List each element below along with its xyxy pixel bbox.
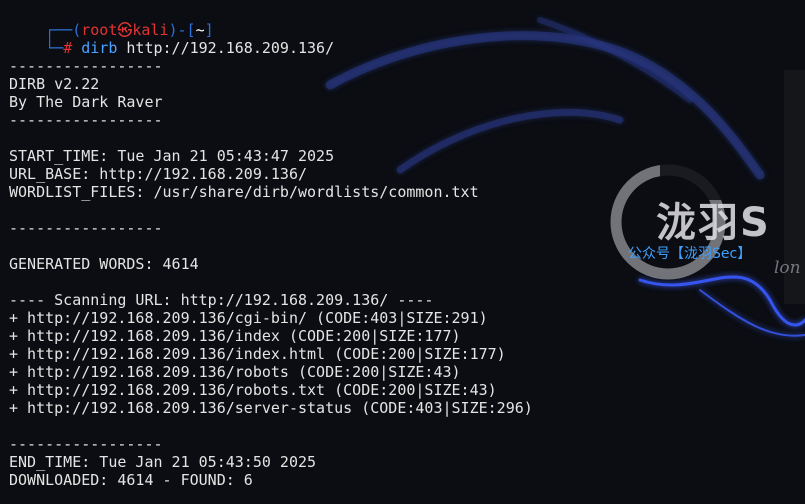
prompt-box-bottom: └─ (45, 39, 64, 57)
prompt-symbol: # (63, 39, 73, 57)
terminal-output[interactable]: ┌──(root㉿kali)-[~] └─# dirb http://192.1… (0, 0, 805, 504)
output-line: ----------------- (9, 111, 163, 129)
output-line: URL_BASE: http://192.168.209.136/ (9, 165, 308, 183)
output-line: START_TIME: Tue Jan 21 05:43:47 2025 (9, 147, 335, 165)
output-line: DOWNLOADED: 4614 - FOUND: 6 (9, 471, 253, 489)
output-line: WORDLIST_FILES: /usr/share/dirb/wordlist… (9, 183, 479, 201)
output-line: + http://192.168.209.136/cgi-bin/ (CODE:… (9, 309, 488, 327)
output-line: ----------------- (9, 435, 163, 453)
output-line: ----------------- (9, 219, 163, 237)
output-line: ----------------- (9, 57, 163, 75)
output-line: END_TIME: Tue Jan 21 05:43:50 2025 (9, 453, 317, 471)
output-line: + http://192.168.209.136/index.html (COD… (9, 345, 506, 363)
prompt-line-1: ┌──(root㉿kali)-[~] (9, 3, 214, 39)
command-name: dirb (81, 39, 118, 57)
output-line: + http://192.168.209.136/robots (CODE:20… (9, 363, 461, 381)
output-line: DIRB v2.22 (9, 75, 100, 93)
output-line: + http://192.168.209.136/server-status (… (9, 399, 533, 417)
command-argument: http://192.168.209.136/ (117, 39, 335, 57)
output-line: By The Dark Raver (9, 93, 163, 111)
output-line: ---- Scanning URL: http://192.168.209.13… (9, 291, 434, 309)
output-line: GENERATED WORDS: 4614 (9, 255, 199, 273)
prompt-line-2: └─# dirb http://192.168.209.136/ (9, 21, 334, 57)
output-line: + http://192.168.209.136/robots.txt (COD… (9, 381, 497, 399)
output-line: + http://192.168.209.136/index (CODE:200… (9, 327, 461, 345)
